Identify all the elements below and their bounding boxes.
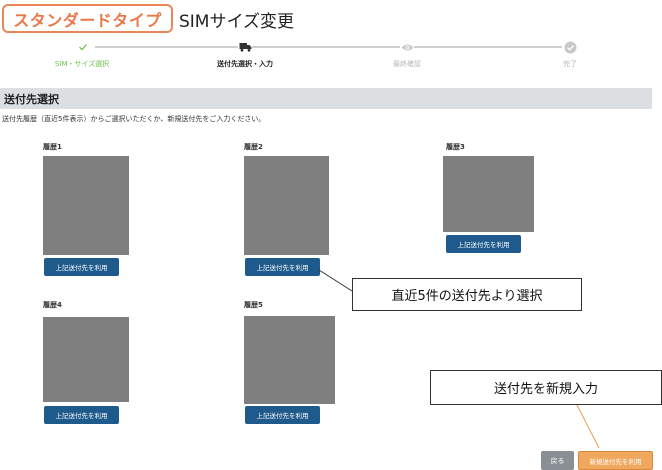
history-label-1: 履歴1 (43, 143, 62, 151)
history-thumbnail-4 (43, 317, 129, 402)
step-label-1: SIM・サイズ選択 (54, 60, 110, 68)
history-label-2: 履歴2 (244, 143, 263, 151)
section-header: 送付先選択 (0, 88, 652, 109)
use-history-1-button[interactable]: 上記送付先を利用 (44, 258, 119, 276)
use-history-3-button[interactable]: 上記送付先を利用 (446, 235, 521, 253)
plan-badge: スタンダードタイプ (2, 4, 173, 33)
check-circle-icon (563, 40, 577, 54)
section-title: 送付先選択 (4, 92, 59, 106)
leader-line-new (576, 404, 600, 449)
history-label-5: 履歴5 (244, 301, 263, 309)
history-thumbnail-3 (443, 156, 534, 232)
history-thumbnail-1 (43, 156, 129, 255)
callout-select-recent: 直近5件の送付先より選択 (352, 278, 582, 311)
new-address-button[interactable]: 新規送付先を利用 (578, 451, 653, 470)
page-title: SIMサイズ変更 (179, 12, 294, 32)
use-history-2-button[interactable]: 上記送付先を利用 (245, 258, 320, 276)
step-label-2: 送付先選択・入力 (217, 60, 273, 68)
history-thumbnail-2 (244, 156, 329, 255)
stepper-line-2 (252, 46, 400, 48)
history-thumbnail-5 (244, 316, 335, 404)
callout-new-input: 送付先を新規入力 (430, 370, 662, 405)
truck-icon (238, 40, 252, 54)
history-label-3: 履歴3 (446, 143, 465, 151)
use-history-5-button[interactable]: 上記送付先を利用 (245, 406, 320, 424)
leader-line-recent (318, 269, 353, 292)
step-label-4: 完了 (563, 60, 577, 68)
stepper-line-1 (95, 46, 238, 48)
history-label-4: 履歴4 (43, 301, 62, 309)
back-button[interactable]: 戻る (541, 451, 574, 470)
check-icon (76, 40, 90, 54)
use-history-4-button[interactable]: 上記送付先を利用 (44, 406, 119, 424)
step-label-3: 最終確認 (393, 60, 421, 68)
eye-icon (400, 40, 414, 54)
section-description: 送付先履歴（直近5件表示）からご選択いただくか、新規送付先をご入力ください。 (2, 115, 266, 123)
stepper-line-3 (414, 46, 562, 48)
